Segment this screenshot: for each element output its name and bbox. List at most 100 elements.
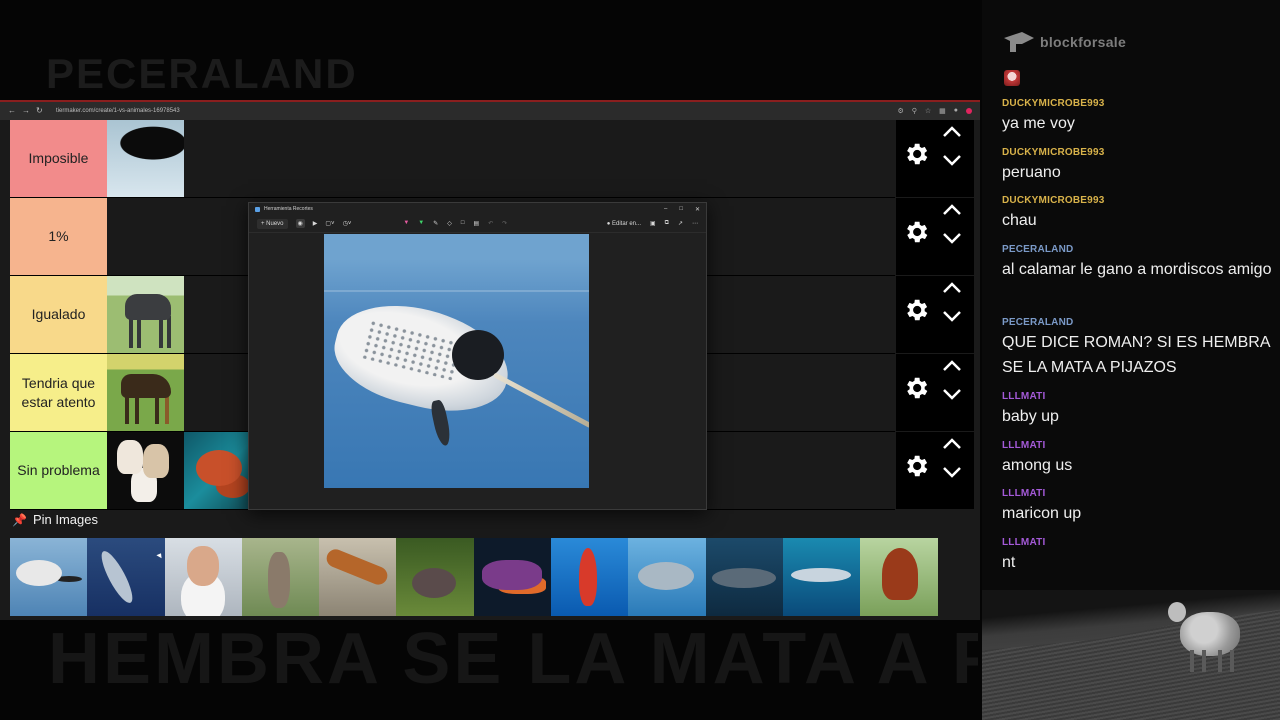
close-icon[interactable]: ✕	[695, 206, 700, 213]
minimize-icon[interactable]: –	[664, 206, 667, 213]
more-options-icon[interactable]: ⋯	[692, 220, 698, 227]
hippo-pin-image[interactable]	[396, 538, 474, 616]
copy-icon[interactable]: ⧉	[665, 220, 669, 227]
seahorse-pin-image[interactable]	[551, 538, 629, 616]
chat-username[interactable]: PECERALAND	[1002, 317, 1272, 328]
browser-extension-icons: ⚙ ⚲ ☆ ▦ ●	[897, 107, 972, 115]
bookmark-star-icon[interactable]: ☆	[925, 107, 931, 115]
chat-username[interactable]: LLLMATI	[1002, 391, 1272, 402]
screenshot-mode-icon[interactable]: ◉	[295, 219, 305, 228]
chat-username[interactable]: DUCKYMICROBE993	[1002, 98, 1272, 109]
chevron-down-icon[interactable]	[942, 310, 962, 324]
ruler-icon[interactable]: ◇	[447, 220, 452, 227]
doberman-image[interactable]	[107, 354, 184, 431]
chat-message: LLLMATI baby up	[1002, 391, 1272, 429]
pin-images-header: 📌 Pin Images	[12, 512, 98, 527]
video-mode-icon[interactable]: ▶	[313, 220, 318, 227]
water-surface	[324, 290, 589, 292]
rooster-pin-image[interactable]	[860, 538, 938, 616]
tier-items	[107, 276, 184, 353]
recording-indicator-icon	[966, 108, 972, 114]
tier-label[interactable]: Imposible	[10, 120, 107, 197]
undo-icon[interactable]: ↶	[488, 220, 493, 227]
edit-in-button[interactable]: ● Editar en...	[607, 221, 641, 227]
chat-text: baby up	[1002, 408, 1059, 425]
chevron-up-icon[interactable]	[942, 202, 962, 216]
snipping-tool-titlebar: Herramienta Recortes – □ ✕	[249, 203, 706, 215]
chat-username[interactable]: PECERALAND	[1002, 244, 1272, 255]
share-icon[interactable]: ↗	[678, 220, 683, 227]
eraser-icon[interactable]: ✎	[433, 220, 438, 227]
window-controls: – □ ✕	[664, 206, 700, 213]
dolphin-pin-image[interactable]	[628, 538, 706, 616]
chevron-down-icon[interactable]	[942, 232, 962, 246]
chat-message: DUCKYMICROBE993 chau	[1002, 195, 1272, 233]
snip-actions: ● Editar en... ▣ ⧉ ↗ ⋯	[607, 220, 698, 227]
orca-image[interactable]	[107, 120, 184, 197]
chevron-down-icon[interactable]	[942, 154, 962, 168]
tier-items	[107, 120, 184, 197]
whale-pin-image[interactable]	[705, 538, 783, 616]
crop-icon[interactable]: □	[461, 220, 465, 227]
gear-icon[interactable]	[902, 374, 930, 402]
centipede-pin-image[interactable]	[319, 538, 397, 616]
new-snip-button[interactable]: + Nuevo	[257, 218, 288, 229]
back-icon[interactable]: ←	[8, 107, 16, 115]
extensions-icon[interactable]: ▦	[939, 107, 946, 115]
save-icon[interactable]: ▣	[650, 220, 656, 227]
chevron-down-icon[interactable]	[942, 388, 962, 402]
gear-icon[interactable]	[902, 140, 930, 168]
narwhal-pin-image[interactable]	[10, 538, 88, 616]
chat-username[interactable]: DUCKYMICROBE993	[1002, 147, 1272, 158]
kangaroo-pin-image[interactable]	[241, 538, 320, 616]
highlighter-icon[interactable]: ▼	[418, 220, 424, 227]
chat-username[interactable]: LLLMATI	[1002, 537, 1272, 548]
chat-text: nt	[1002, 554, 1016, 571]
tier-label[interactable]: 1%	[10, 198, 107, 275]
tier-controls	[896, 432, 974, 510]
gear-icon[interactable]	[902, 218, 930, 246]
zoom-icon[interactable]: ⚲	[912, 107, 917, 115]
overlay-channel-title: PECERALAND	[46, 50, 358, 97]
chat-username[interactable]: LLLMATI	[1002, 488, 1272, 499]
octopus-pin-image[interactable]	[473, 538, 552, 616]
maximize-icon[interactable]: □	[679, 206, 683, 213]
chihuahuas-image[interactable]	[107, 432, 184, 509]
swordfish-pin-image[interactable]	[87, 538, 165, 616]
gear-icon[interactable]	[902, 452, 930, 480]
redo-icon[interactable]: ↷	[502, 220, 507, 227]
address-bar[interactable]: tiermaker.com/create/1-vs-animales-16978…	[56, 108, 891, 114]
translate-icon[interactable]: ⚙	[897, 107, 903, 115]
reload-icon[interactable]: ↻	[36, 107, 44, 115]
profile-icon[interactable]: ●	[954, 107, 958, 115]
forward-icon[interactable]: →	[22, 107, 30, 115]
snip-shape-icon[interactable]: ▢˅	[325, 220, 334, 227]
chevron-up-icon[interactable]	[942, 358, 962, 372]
pen-icon[interactable]: ▼	[403, 220, 409, 227]
brand-name: blockforsale	[1040, 34, 1127, 50]
chat-message: DUCKYMICROBE993 ya me voy	[1002, 98, 1272, 136]
gear-icon[interactable]	[902, 296, 930, 324]
man-pin-image[interactable]	[164, 538, 242, 616]
pin-images-title: Pin Images	[32, 512, 98, 527]
sheep-body	[1180, 612, 1240, 656]
chevron-down-icon[interactable]	[942, 466, 962, 480]
tier-label[interactable]: Igualado	[10, 276, 107, 353]
tier-controls	[896, 120, 974, 198]
tier-label[interactable]: Sin problema	[10, 432, 107, 509]
great-dane-image[interactable]	[107, 276, 184, 353]
chevron-up-icon[interactable]	[942, 280, 962, 294]
chat-text: chau	[1002, 212, 1037, 229]
chevron-up-icon[interactable]	[942, 436, 962, 450]
shark-pin-image[interactable]	[782, 538, 861, 616]
chat-brand: blockforsale	[1004, 32, 1126, 52]
tier-label[interactable]: Tendria que estar atento	[10, 354, 107, 431]
chat-username[interactable]: DUCKYMICROBE993	[1002, 195, 1272, 206]
delay-timer-icon[interactable]: ◷˅	[343, 220, 352, 227]
chat-username[interactable]: LLLMATI	[1002, 440, 1272, 451]
text-actions-icon[interactable]: ▤	[474, 220, 480, 227]
chevron-up-icon[interactable]	[942, 124, 962, 138]
sheep-head	[1168, 602, 1186, 622]
overlay-caption-text: HEMBRA SE LA MATA A P	[48, 619, 978, 699]
snipping-tool-app-icon	[255, 206, 260, 212]
